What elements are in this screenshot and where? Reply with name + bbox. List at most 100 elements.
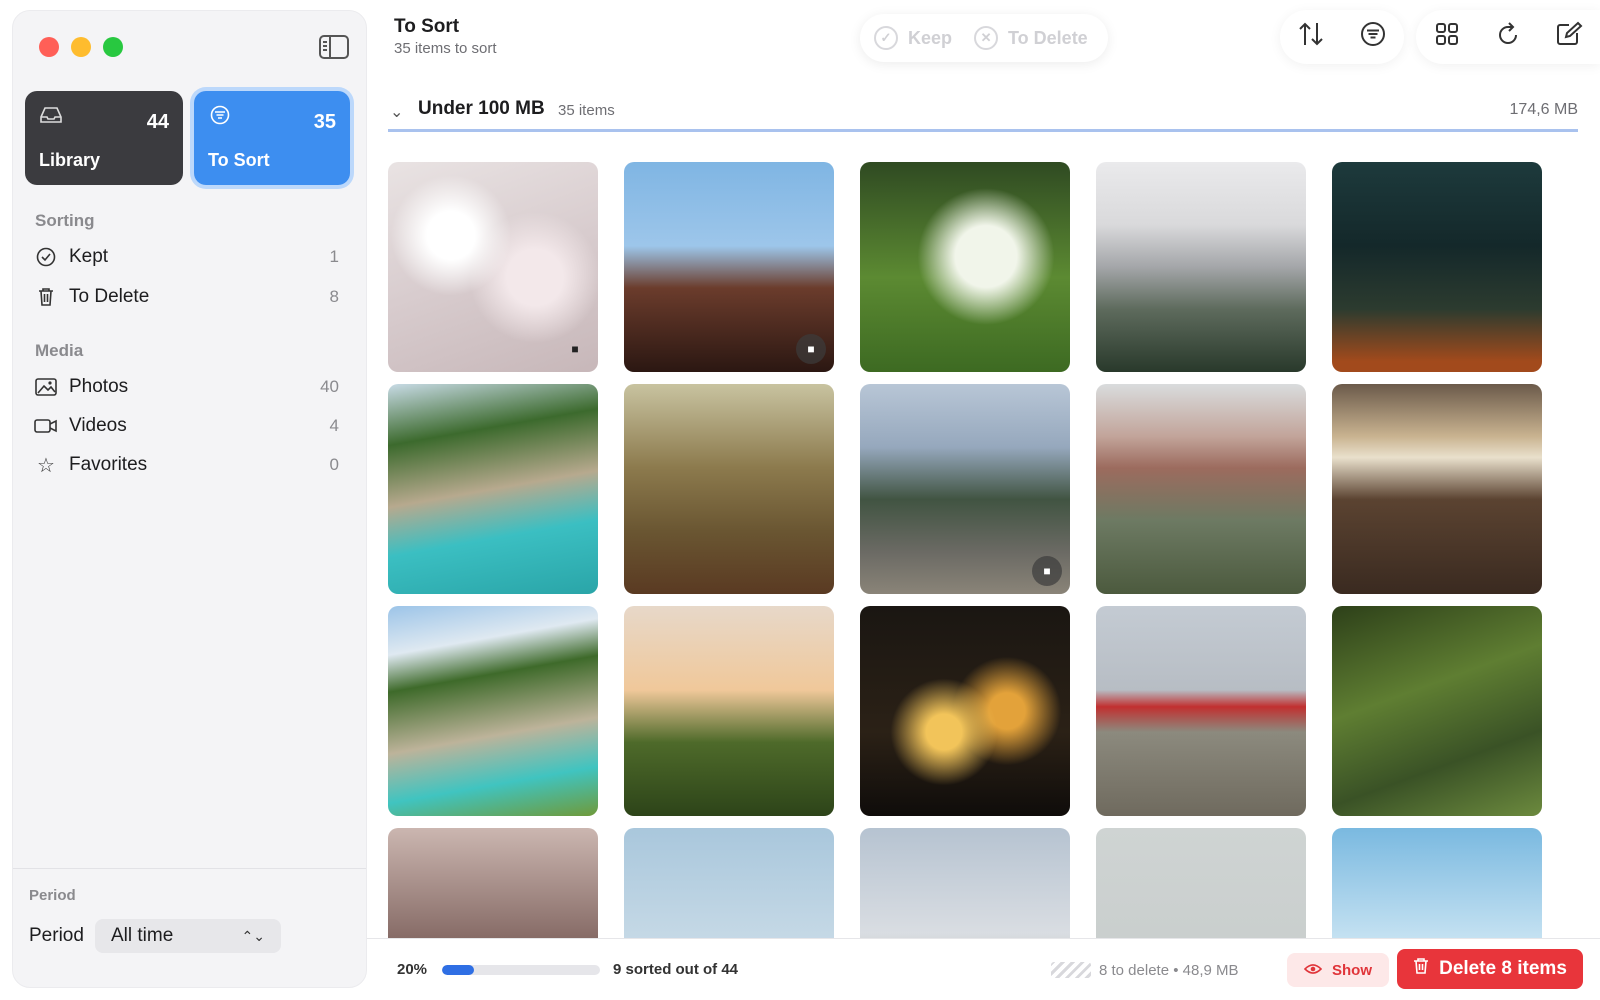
group-count: 35 items xyxy=(558,102,615,119)
photo-icon xyxy=(33,378,59,396)
trash-icon xyxy=(33,287,59,307)
checkmark-icon: ✓ xyxy=(874,26,898,50)
show-button[interactable]: Show xyxy=(1287,953,1389,987)
show-label: Show xyxy=(1332,961,1372,979)
bottom-bar: 20% 9 sorted out of 44 8 to delete • 48,… xyxy=(367,938,1600,1000)
filter-icon xyxy=(1360,21,1386,54)
photo-tile[interactable] xyxy=(1096,162,1306,372)
photo-tile[interactable] xyxy=(624,828,834,938)
minimize-window-button[interactable] xyxy=(71,37,91,57)
to-delete-summary-text: 8 to delete • 48,9 MB xyxy=(1099,961,1239,979)
sidebar-item-kept[interactable]: Kept 1 xyxy=(33,243,339,271)
sidebar-item-count: 0 xyxy=(329,455,339,474)
photo-tile[interactable] xyxy=(860,606,1070,816)
photo-tile[interactable] xyxy=(1096,828,1306,938)
photo-tile[interactable] xyxy=(1332,162,1542,372)
chevron-down-icon[interactable]: ⌄ xyxy=(390,102,403,122)
sidebar-item-label: Kept xyxy=(69,246,109,267)
sort-actions-pill: ✓ Keep ✕ To Delete xyxy=(860,14,1108,62)
sidebar-item-count: 40 xyxy=(320,377,339,396)
period-select[interactable]: All time ⌃⌄ xyxy=(95,919,281,953)
sidebar-item-count: 4 xyxy=(329,416,339,435)
sidebar-item-count: 1 xyxy=(329,247,339,266)
photo-tile[interactable] xyxy=(860,162,1070,372)
progress-fill xyxy=(442,965,474,975)
photo-tile[interactable] xyxy=(860,828,1070,938)
compose-button[interactable] xyxy=(1539,10,1600,64)
sidebar-item-favorites[interactable]: ☆ Favorites 0 xyxy=(33,451,339,479)
library-count: 44 xyxy=(146,111,169,133)
refresh-button[interactable] xyxy=(1477,10,1538,64)
photo-tile[interactable] xyxy=(388,384,598,594)
sorting-section-title: Sorting xyxy=(35,211,95,230)
photo-tile[interactable] xyxy=(1332,384,1542,594)
sorted-count-text: 9 sorted out of 44 xyxy=(613,961,739,978)
eye-icon xyxy=(1303,962,1323,979)
library-label: Library xyxy=(39,150,101,170)
period-label: Period xyxy=(29,925,84,946)
sort-icon xyxy=(1297,21,1325,54)
maximize-window-button[interactable] xyxy=(103,37,123,57)
sidebar-item-count: 8 xyxy=(329,287,339,306)
window-controls xyxy=(39,37,123,57)
checkmark-circle-icon xyxy=(33,247,59,267)
photo-tile[interactable] xyxy=(1332,828,1542,938)
video-badge-icon: ■ xyxy=(796,334,826,364)
video-camera-icon xyxy=(33,418,59,434)
progress-percent: 20% xyxy=(397,961,428,978)
refresh-icon xyxy=(1496,21,1520,54)
photo-tile[interactable] xyxy=(1332,606,1542,816)
photo-grid: ■ ■ ■ xyxy=(388,150,1588,938)
sidebar-item-videos[interactable]: Videos 4 xyxy=(33,412,339,440)
to-sort-count: 35 xyxy=(313,111,336,133)
to-delete-label: To Delete xyxy=(1008,27,1088,48)
to-sort-card[interactable]: 35 To Sort xyxy=(194,91,350,185)
video-badge-icon: ■ xyxy=(571,342,579,356)
sidebar-item-label: Videos xyxy=(69,415,127,436)
photo-tile[interactable]: ■ xyxy=(624,162,834,372)
chevron-updown-icon: ⌃⌄ xyxy=(241,927,265,944)
photo-tile[interactable] xyxy=(388,606,598,816)
period-section-title: Period xyxy=(29,887,76,904)
photo-tile[interactable] xyxy=(1096,606,1306,816)
photo-tile[interactable] xyxy=(624,606,834,816)
photo-tile[interactable] xyxy=(624,384,834,594)
photo-tile[interactable] xyxy=(1096,384,1306,594)
progress-bar xyxy=(442,965,600,975)
sidebar-toggle-icon[interactable] xyxy=(319,35,349,59)
media-section-title: Media xyxy=(35,341,84,360)
photo-tile[interactable]: ■ xyxy=(860,384,1070,594)
keep-button[interactable]: ✓ Keep xyxy=(874,26,952,50)
grid-icon xyxy=(1435,22,1459,53)
video-badge-icon: ■ xyxy=(1032,556,1062,586)
group-size: 174,6 MB xyxy=(1509,101,1578,118)
toolbar-group-view xyxy=(1416,10,1600,64)
delete-items-button[interactable]: Delete 8 items xyxy=(1397,949,1583,989)
delete-items-label: Delete 8 items xyxy=(1439,958,1567,979)
sort-button[interactable] xyxy=(1280,10,1342,64)
x-circle-icon: ✕ xyxy=(974,26,999,50)
compose-icon xyxy=(1555,21,1583,54)
to-delete-summary: 8 to delete • 48,9 MB xyxy=(1051,955,1239,985)
photo-tile[interactable]: ■ xyxy=(388,162,598,372)
filter-button[interactable] xyxy=(1342,10,1404,64)
group-header[interactable]: ⌄ Under 100 MB 35 items 174,6 MB xyxy=(388,96,1578,132)
divider xyxy=(13,868,366,869)
grid-view-button[interactable] xyxy=(1416,10,1477,64)
sidebar-item-to-delete[interactable]: To Delete 8 xyxy=(33,283,339,311)
page-title: To Sort xyxy=(394,16,460,37)
sidebar-item-photos[interactable]: Photos 40 xyxy=(33,373,339,401)
sidebar-item-label: Photos xyxy=(69,376,129,397)
trash-icon xyxy=(1413,957,1429,981)
sidebar: 44 Library 35 To Sort Sorting Kept 1 To … xyxy=(12,10,367,988)
to-delete-button[interactable]: ✕ To Delete xyxy=(974,26,1088,50)
photo-tile[interactable] xyxy=(388,828,598,938)
sidebar-item-label: To Delete xyxy=(69,286,150,307)
group-name: Under 100 MB xyxy=(418,98,545,119)
library-card[interactable]: 44 Library xyxy=(25,91,183,185)
period-select-value: All time xyxy=(111,925,174,946)
toolbar-group-sort-filter xyxy=(1280,10,1404,64)
to-sort-label: To Sort xyxy=(208,150,270,170)
close-window-button[interactable] xyxy=(39,37,59,57)
page-subtitle: 35 items to sort xyxy=(394,40,497,57)
